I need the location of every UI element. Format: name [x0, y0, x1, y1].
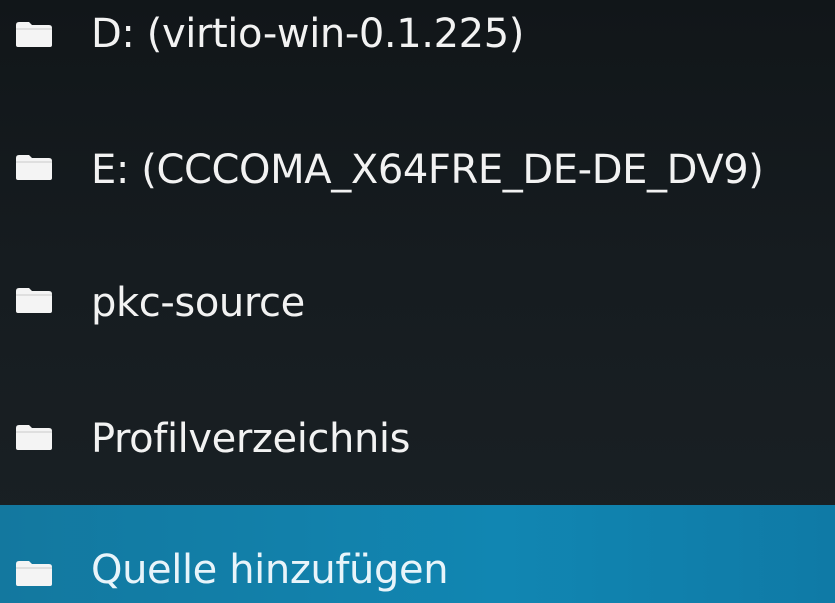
folder-icon	[16, 425, 52, 450]
list-item-pkc-source[interactable]: pkc-source	[0, 254, 835, 352]
folder-icon	[16, 561, 52, 586]
folder-icon	[16, 22, 52, 47]
list-item-add-source[interactable]: Quelle hinzufügen	[0, 505, 835, 603]
folder-icon	[16, 155, 52, 180]
list-item-drive-e[interactable]: E: (CCCOMA_X64FRE_DE-DE_DV9)	[0, 123, 835, 221]
list-item-label: Quelle hinzufügen	[91, 547, 449, 593]
list-item-label: E: (CCCOMA_X64FRE_DE-DE_DV9)	[91, 147, 764, 193]
source-list: D: (virtio-win-0.1.225) E: (CCCOMA_X64FR…	[0, 0, 835, 603]
list-item-profile-directory[interactable]: Profilverzeichnis	[0, 389, 835, 487]
list-item-drive-d[interactable]: D: (virtio-win-0.1.225)	[0, 0, 835, 88]
folder-icon	[16, 288, 52, 313]
list-item-label: Profilverzeichnis	[91, 416, 411, 462]
list-item-label: D: (virtio-win-0.1.225)	[91, 11, 524, 57]
list-item-label: pkc-source	[91, 280, 305, 326]
